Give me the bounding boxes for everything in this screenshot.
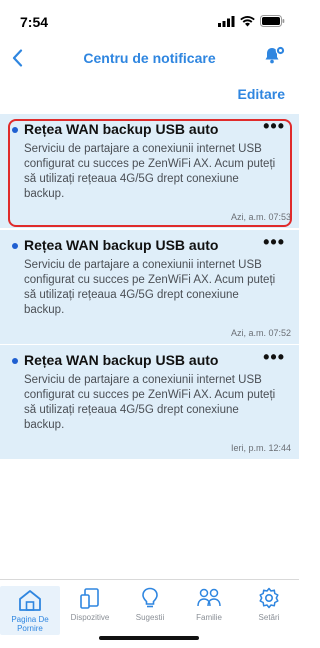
more-options-button[interactable]: ••• xyxy=(263,347,285,368)
notification-title: Rețea WAN backup USB auto xyxy=(24,121,219,137)
page-title: Centru de notificare xyxy=(83,50,216,66)
more-options-button[interactable]: ••• xyxy=(263,116,285,137)
notification-body: Serviciu de partajare a conexiunii inter… xyxy=(24,259,276,316)
status-icons xyxy=(218,15,285,27)
notification-card[interactable]: Rețea WAN backup USB auto ••• Serviciu d… xyxy=(0,345,299,459)
notification-time: Azi, a.m. 07:52 xyxy=(230,328,291,338)
tab-label: Familie xyxy=(196,613,222,622)
home-icon xyxy=(19,590,41,611)
status-time: 7:54 xyxy=(20,14,49,30)
tab-family[interactable]: Familie xyxy=(179,586,239,622)
notification-card[interactable]: Rețea WAN backup USB auto ••• Serviciu d… xyxy=(0,114,299,228)
home-indicator[interactable] xyxy=(99,636,199,640)
battery-icon xyxy=(260,15,285,27)
notification-title: Rețea WAN backup USB auto xyxy=(24,352,219,368)
notification-time: Azi, a.m. 07:53 xyxy=(230,212,291,222)
unread-dot xyxy=(12,243,18,249)
tab-label: Setări xyxy=(258,613,280,622)
gear-icon xyxy=(259,587,279,609)
edit-button[interactable]: Editare xyxy=(238,86,285,102)
status-bar: 7:54 xyxy=(0,0,299,44)
unread-dot xyxy=(12,127,18,133)
devices-icon xyxy=(80,588,99,609)
lightbulb-icon xyxy=(142,587,158,608)
bell-gear-icon xyxy=(265,45,286,64)
notification-card[interactable]: Rețea WAN backup USB auto ••• Serviciu d… xyxy=(0,230,299,344)
tab-devices[interactable]: Dispozitive xyxy=(60,586,120,622)
nav-bar: Centru de notificare xyxy=(0,44,299,74)
notification-settings-button[interactable] xyxy=(263,44,287,68)
tab-label: Sugestii xyxy=(135,613,165,622)
family-icon xyxy=(197,588,221,607)
tab-label: Pagina De Pornire xyxy=(11,615,49,633)
tab-settings[interactable]: Setări xyxy=(239,586,299,622)
tab-home[interactable]: Pagina De Pornire xyxy=(0,586,60,635)
unread-dot xyxy=(12,358,18,364)
wifi-icon xyxy=(240,15,255,26)
notification-time: Ieri, p.m. 12:44 xyxy=(230,443,291,453)
signal-icon xyxy=(218,15,235,27)
tab-label: Dispozitive xyxy=(70,613,110,622)
more-options-button[interactable]: ••• xyxy=(263,232,285,253)
notification-body: Serviciu de partajare a conexiunii inter… xyxy=(24,374,276,431)
tab-suggestions[interactable]: Sugestii xyxy=(120,586,180,622)
notification-body: Serviciu de partajare a conexiunii inter… xyxy=(24,143,276,200)
notification-title: Rețea WAN backup USB auto xyxy=(24,237,219,253)
